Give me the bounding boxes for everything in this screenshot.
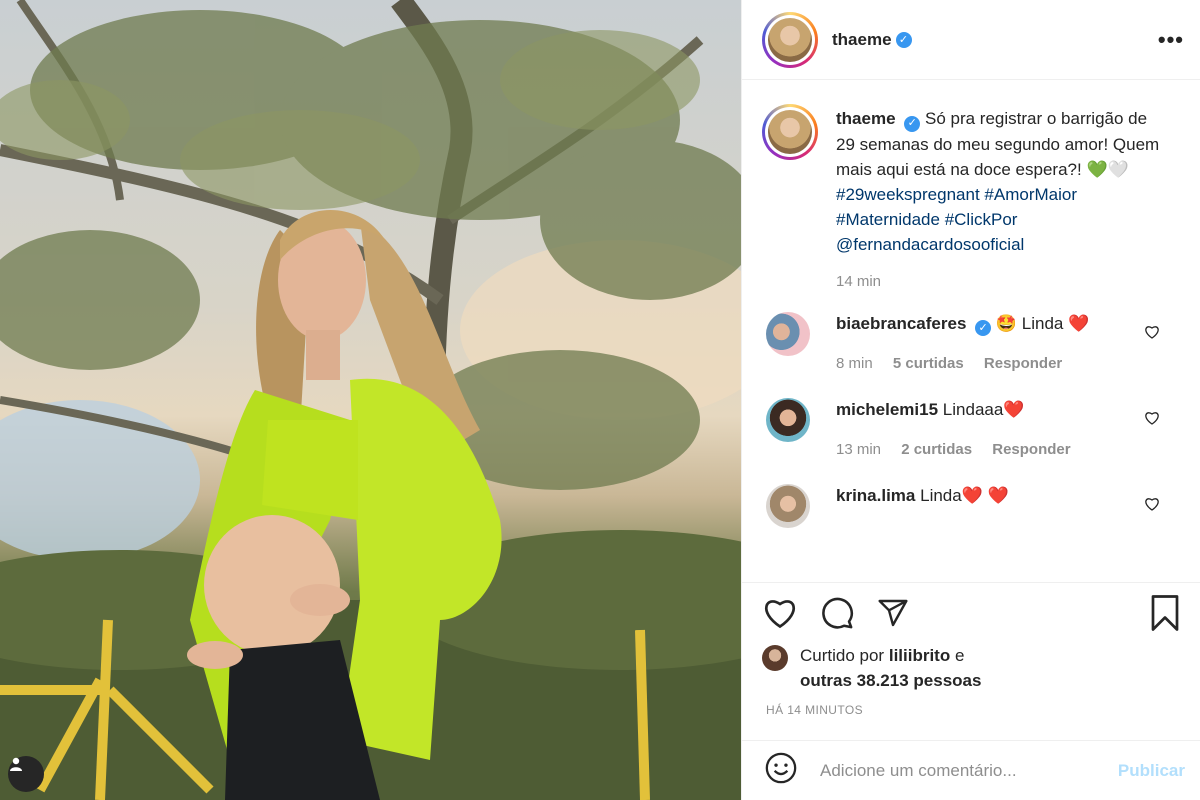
red-heart-emoji: ❤️ — [1068, 313, 1090, 333]
post-header: thaeme ✓ ••• — [742, 0, 1200, 80]
green-heart-emoji: 💚 — [1086, 159, 1108, 179]
author-username[interactable]: thaeme — [832, 30, 892, 50]
likes-count[interactable]: outras 38.213 pessoas — [800, 671, 981, 690]
reply-button[interactable]: Responder — [984, 355, 1062, 372]
comment-like-heart-icon[interactable] — [1144, 324, 1160, 345]
comment-item: biaebrancaferes ✓ 🤩 Linda ❤️ 8 min 5 cur… — [762, 311, 1180, 376]
publish-button[interactable]: Publicar — [1118, 761, 1185, 781]
more-options-icon[interactable]: ••• — [1158, 27, 1184, 53]
comment-text: Linda — [920, 485, 962, 505]
comment-time[interactable]: 13 min — [836, 441, 881, 458]
commenter-avatar[interactable] — [766, 311, 810, 356]
comment-emoji: 🤩 — [995, 313, 1018, 333]
liked-by-and: e — [954, 646, 965, 665]
verified-badge-icon: ✓ — [895, 31, 912, 48]
red-heart-emoji: ❤️ — [1003, 399, 1025, 419]
comment-like-heart-icon[interactable] — [1144, 496, 1160, 517]
commenter-avatar[interactable] — [766, 397, 810, 442]
comment-text: Linda — [1021, 313, 1064, 333]
comment-item: michelemi15 Lindaaa❤️ 13 min 2 curtidas … — [762, 397, 1180, 462]
white-heart-emoji: 🤍 — [1107, 159, 1129, 179]
smiley-icon[interactable] — [764, 751, 798, 790]
comment-likes[interactable]: 2 curtidas — [901, 441, 972, 458]
liked-by: Curtido por liliibrito e outras 38.213 p… — [762, 643, 1181, 693]
bookmark-icon[interactable] — [1149, 594, 1181, 636]
commenter-username[interactable]: biaebrancaferes — [836, 314, 966, 333]
user-tag-icon — [10, 757, 22, 771]
post-details-panel: thaeme ✓ ••• thaeme ✓ Só pra registrar o… — [741, 0, 1200, 800]
post-timestamp[interactable]: HÁ 14 MINUTOS — [766, 703, 1181, 717]
add-comment-bar: Publicar — [742, 740, 1200, 800]
comment-text: Lindaaa — [942, 399, 1004, 419]
verified-badge-icon: ✓ — [975, 319, 992, 336]
paper-plane-icon[interactable] — [876, 597, 910, 634]
liker-avatar[interactable] — [762, 645, 788, 671]
instagram-post-viewer: thaeme ✓ ••• thaeme ✓ Só pra registrar o… — [0, 0, 1200, 800]
caption-time: 14 min — [836, 272, 882, 290]
comment-input[interactable] — [820, 760, 1100, 781]
caption: thaeme ✓ Só pra registrar o barrigão de … — [762, 104, 1180, 257]
comment-item: krina.lima Linda❤️ ❤️ — [762, 483, 1180, 528]
caption-username[interactable]: thaeme — [836, 109, 896, 128]
post-photo[interactable] — [0, 0, 741, 800]
heart-icon[interactable] — [762, 596, 798, 635]
comment-likes[interactable]: 5 curtidas — [893, 355, 964, 372]
commenter-avatar[interactable] — [766, 483, 810, 528]
reply-button[interactable]: Responder — [992, 441, 1070, 458]
photo-illustration — [0, 0, 741, 800]
hashtag-link[interactable]: #AmorMaior — [984, 185, 1077, 204]
user-tag-button[interactable] — [8, 756, 44, 792]
liked-by-user[interactable]: liliibrito — [889, 646, 950, 665]
red-heart-emoji: ❤️ ❤️ — [961, 485, 1009, 505]
liked-by-prefix: Curtido por — [800, 646, 885, 665]
verified-badge-icon: ✓ — [904, 115, 921, 132]
caption-author-avatar[interactable] — [762, 104, 818, 160]
comment-icon[interactable] — [820, 596, 854, 635]
hashtag-link[interactable]: #29weekspregnant — [836, 185, 980, 204]
commenter-username[interactable]: michelemi15 — [836, 400, 938, 419]
commenter-username[interactable]: krina.lima — [836, 486, 915, 505]
hashtag-link[interactable]: #Maternidade — [836, 210, 940, 229]
hashtag-link[interactable]: #ClickPor — [945, 210, 1018, 229]
caption-text: thaeme ✓ Só pra registrar o barrigão de … — [836, 106, 1166, 257]
mention-link[interactable]: @fernandacardosooficial — [836, 235, 1024, 254]
comment-like-heart-icon[interactable] — [1144, 410, 1160, 431]
comment-time[interactable]: 8 min — [836, 355, 873, 372]
author-avatar[interactable] — [762, 11, 818, 68]
post-actions: Curtido por liliibrito e outras 38.213 p… — [742, 582, 1200, 717]
action-icons-row — [762, 594, 1181, 636]
comments-section: thaeme ✓ Só pra registrar o barrigão de … — [742, 80, 1200, 580]
